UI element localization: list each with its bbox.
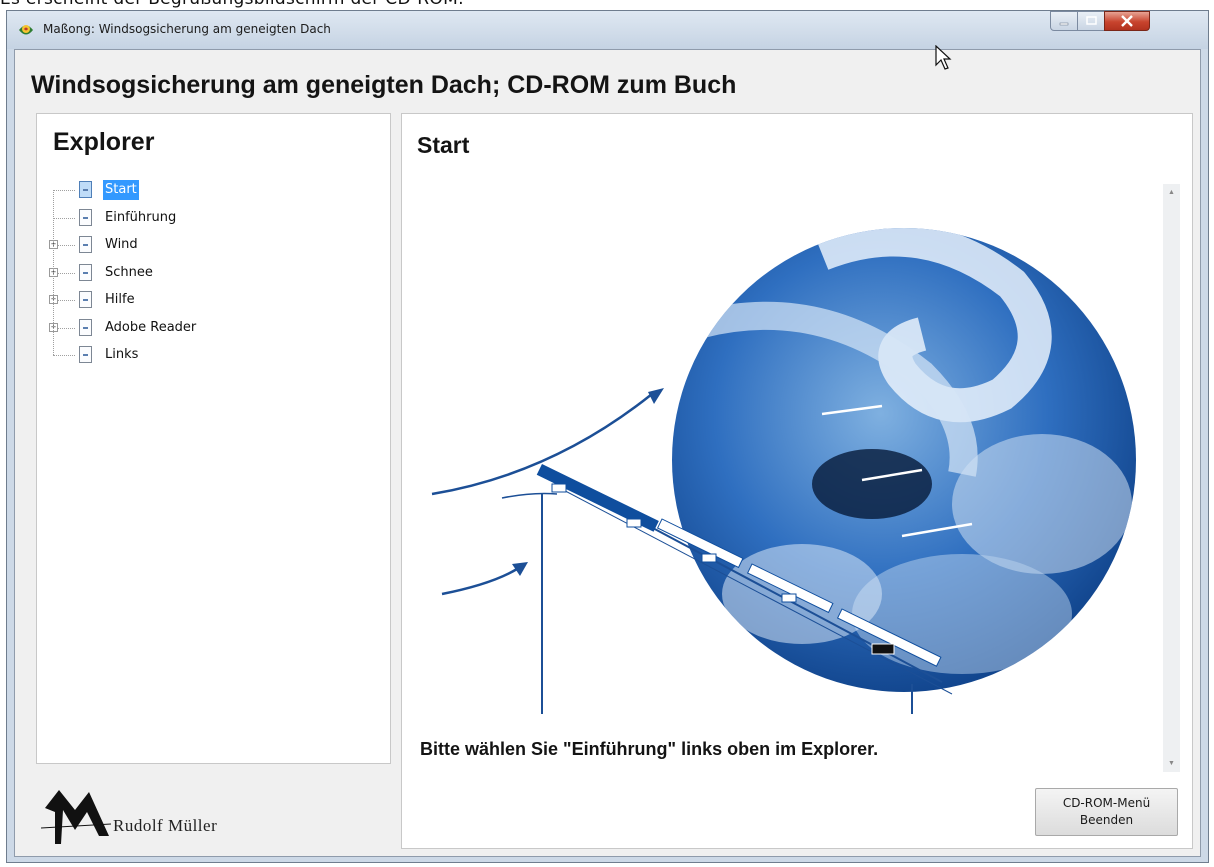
page-icon xyxy=(79,346,92,363)
content-scrollbar[interactable]: ▲ ▼ xyxy=(1163,184,1180,772)
window-title: Maßong: Windsogsicherung am geneigten Da… xyxy=(43,22,331,36)
tree-item-label[interactable]: Links xyxy=(103,345,140,365)
publisher-logo: Rudolf Müller xyxy=(41,786,221,846)
wind-arrow-upper xyxy=(431,393,653,496)
maximize-button[interactable] xyxy=(1077,11,1105,31)
page-icon xyxy=(79,236,92,253)
close-button[interactable] xyxy=(1104,11,1150,31)
client-area: Windsogsicherung am geneigten Dach; CD-R… xyxy=(14,49,1201,857)
scroll-up-icon[interactable]: ▲ xyxy=(1163,184,1180,201)
page-icon xyxy=(79,208,92,226)
tree-item[interactable]: + Wind xyxy=(37,235,377,257)
tree-item-label[interactable]: Einführung xyxy=(103,208,178,228)
app-window: Maßong: Windsogsicherung am geneigten Da… xyxy=(6,10,1209,863)
cdrom-button-line2: Beenden xyxy=(1079,813,1134,827)
maximize-icon xyxy=(1086,16,1097,25)
minimize-button[interactable] xyxy=(1050,11,1078,31)
app-icon xyxy=(19,25,33,35)
page-icon xyxy=(79,291,92,308)
app-heading: Windsogsicherung am geneigten Dach; CD-R… xyxy=(31,71,737,99)
close-icon xyxy=(1121,15,1133,27)
tree-connector-vertical xyxy=(53,190,54,355)
wind-arrow-lower xyxy=(441,567,518,596)
page-icon xyxy=(79,263,92,281)
tree-item[interactable]: Start xyxy=(37,180,377,202)
tree-item-label[interactable]: Start xyxy=(103,180,139,200)
tree-connector xyxy=(53,190,75,191)
page-icon xyxy=(79,318,92,336)
tree-item-label[interactable]: Wind xyxy=(103,235,140,255)
tree-connector xyxy=(53,355,75,356)
title-bar[interactable]: Maßong: Windsogsicherung am geneigten Da… xyxy=(7,11,1208,49)
tree-item[interactable]: + Adobe Reader xyxy=(37,318,377,340)
cdrom-menu-exit-button[interactable]: CD-ROM-Menü Beenden xyxy=(1035,788,1178,836)
tree-item-label[interactable]: Adobe Reader xyxy=(103,318,198,338)
tree-item[interactable]: Einführung xyxy=(37,208,377,230)
scroll-down-icon[interactable]: ▼ xyxy=(1163,755,1180,772)
tree-item[interactable]: + Schnee xyxy=(37,263,377,285)
content-title: Start xyxy=(417,132,470,158)
publisher-logo-mark xyxy=(41,790,112,844)
tree-connector xyxy=(53,217,75,219)
cdrom-button-line1: CD-ROM-Menü xyxy=(1062,796,1151,810)
explorer-tree[interactable]: Start Einführung + Wind + Schnee + Hilfe + Adobe … xyxy=(37,114,392,765)
tree-item-label[interactable]: Schnee xyxy=(103,263,155,283)
explorer-panel: Explorer Start Einführung + Wind + Schnee + Hil… xyxy=(36,113,391,764)
content-panel: Start ▲ ▼ Bitte wählen Sie "Einführung" … xyxy=(401,113,1193,849)
minimize-icon xyxy=(1059,22,1069,26)
mouse-cursor-icon xyxy=(935,45,952,70)
tree-item-label[interactable]: Hilfe xyxy=(103,290,137,310)
publisher-name: Rudolf Müller xyxy=(113,816,218,835)
roof-wind-illustration xyxy=(431,228,1136,714)
tree-item[interactable]: + Hilfe xyxy=(37,290,377,312)
page-icon xyxy=(79,181,92,198)
instruction-text: Bitte wählen Sie "Einführung" links oben… xyxy=(420,739,879,759)
tree-item[interactable]: Links xyxy=(37,345,377,367)
